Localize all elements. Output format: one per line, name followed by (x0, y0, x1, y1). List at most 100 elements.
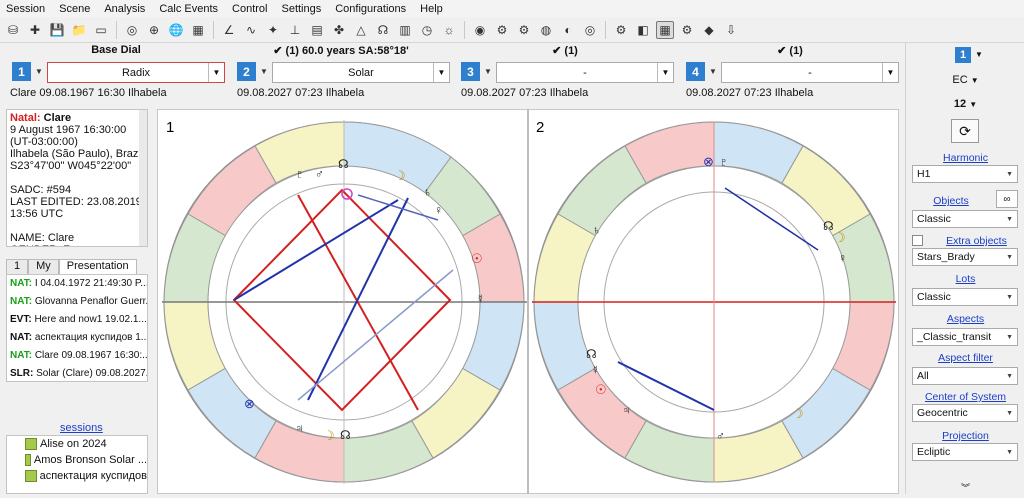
aspect-filter-link[interactable]: Aspect filter (906, 352, 1024, 364)
chevron-down-icon[interactable]: ▼ (208, 63, 224, 82)
chart-icon[interactable]: ◧ (634, 21, 652, 39)
projection-select[interactable]: Ecliptic (912, 443, 1018, 461)
dial-icon[interactable]: ◍ (537, 21, 555, 39)
dial-number-dropdown-icon[interactable]: ▼ (260, 67, 268, 76)
dial-type-select[interactable]: - ▼ (496, 62, 674, 83)
chevron-down-icon[interactable]: ▼ (971, 76, 979, 85)
list-item[interactable]: NAT: аспектация куспидов 1... (7, 329, 147, 347)
menu-calc-events[interactable]: Calc Events (159, 3, 218, 15)
dial-number-dropdown-icon[interactable]: ▼ (35, 67, 43, 76)
circle-icon[interactable]: ◎ (123, 21, 141, 39)
lots-link[interactable]: Lots (906, 273, 1024, 285)
projection-link[interactable]: Projection (906, 430, 1024, 442)
target-icon[interactable]: ◎ (581, 21, 599, 39)
page-icon[interactable]: ▭ (92, 21, 110, 39)
list-item[interactable]: EVT: Here and now1 19.02.1... (7, 311, 147, 329)
chevron-down-icon[interactable]: ▼ (657, 63, 673, 82)
event-list[interactable]: NAT: I 04.04.1972 21:49:30 P... NAT: Glov… (6, 274, 148, 382)
gear-blue-icon[interactable]: ⚙ (493, 21, 511, 39)
tab-presentation[interactable]: Presentation (58, 259, 137, 274)
chevron-down-icon[interactable]: ▼ (882, 63, 898, 82)
dial-type-select[interactable]: - ▼ (721, 62, 899, 83)
chevron-down-icon[interactable]: ▼ (433, 63, 449, 82)
dial-number-badge[interactable]: 3 (461, 62, 480, 81)
settings-icon[interactable]: ⚙ (678, 21, 696, 39)
menu-session[interactable]: Session (6, 3, 45, 15)
new-chart-icon[interactable]: ✚ (26, 21, 44, 39)
objects-select[interactable]: Classic (912, 210, 1018, 228)
chart-info-panel[interactable]: Natal: Clare 9 August 1967 16:30:00 (UT-0… (6, 109, 148, 247)
menu-configurations[interactable]: Configurations (335, 3, 406, 15)
dial-number-dropdown-icon[interactable]: ▼ (709, 67, 717, 76)
tab-1[interactable]: 1 (6, 259, 29, 274)
link-icon[interactable]: ∞ (996, 190, 1018, 208)
center-of-system-select[interactable]: Geocentric (912, 404, 1018, 422)
export-icon[interactable]: ⇩ (722, 21, 740, 39)
save-icon[interactable]: 💾 (48, 21, 66, 39)
extra-objects-link[interactable]: Extra objects (928, 235, 1024, 247)
gear-icon[interactable]: ⚙ (515, 21, 533, 39)
eye-icon[interactable]: ◉ (471, 21, 489, 39)
info-scrollbar[interactable] (139, 110, 147, 246)
menu-control[interactable]: Control (232, 3, 267, 15)
session-item[interactable]: Amos Bronson Solar ... (7, 452, 147, 468)
dial-number-badge[interactable]: 1 (12, 62, 31, 81)
grid-icon[interactable]: ▦ (656, 20, 674, 39)
chevron-down-icon[interactable]: ▼ (975, 50, 983, 59)
sessions-link[interactable]: sessions (60, 422, 103, 434)
refresh-icon[interactable]: ⟳ (951, 119, 979, 143)
menu-scene[interactable]: Scene (59, 3, 90, 15)
aspect-filter-select[interactable]: All (912, 367, 1018, 385)
center-of-system-link[interactable]: Center of System (906, 391, 1024, 403)
expand-more-icon[interactable]: ︾ (961, 481, 970, 494)
astronomer-icon[interactable]: ☼ (440, 21, 458, 39)
session-item[interactable]: Alise on 2024 (7, 436, 147, 452)
calendar-icon[interactable]: ▥ (396, 21, 414, 39)
theme-icon[interactable]: ◐ (559, 21, 577, 39)
clover-icon[interactable]: ✤ (330, 21, 348, 39)
dial-type-select[interactable]: Radix ▼ (47, 62, 225, 83)
folder-icon[interactable]: 📁 (70, 21, 88, 39)
list-item[interactable]: NAT: Glovanna Penaflor Guerr... (7, 293, 147, 311)
chart-divider[interactable] (527, 109, 529, 494)
clock-icon[interactable]: ◷ (418, 21, 436, 39)
list-item[interactable]: NAT: Clare 09.08.1967 16:30:... (7, 347, 147, 365)
objects-link[interactable]: Objects (906, 195, 996, 207)
globe-red-icon[interactable]: ⊕ (145, 21, 163, 39)
dial-enable-checkbox[interactable]: ✔ (777, 45, 786, 57)
node-icon[interactable]: ☊ (374, 21, 392, 39)
harmonic-select[interactable]: H1 (912, 165, 1018, 183)
star-icon[interactable]: ✦ (264, 21, 282, 39)
list-item[interactable]: SLR: Solar (Clare) 09.08.2027... (7, 365, 147, 381)
dial-number-dropdown-icon[interactable]: ▼ (484, 67, 492, 76)
lots-select[interactable]: Classic (912, 288, 1018, 306)
aspects-select[interactable]: _Classic_transit (912, 328, 1018, 346)
houses-select[interactable]: 12 (954, 98, 966, 110)
ec-select[interactable]: EC (952, 74, 967, 86)
session-list[interactable]: Alise on 2024 Amos Bronson Solar ... аспек… (6, 435, 148, 494)
aspect-icon[interactable]: △ (352, 21, 370, 39)
menu-analysis[interactable]: Analysis (104, 3, 145, 15)
axis-icon[interactable]: ⊥ (286, 21, 304, 39)
dial-enable-checkbox[interactable]: ✔ (273, 45, 282, 57)
list-item[interactable]: NAT: I 04.04.1972 21:49:30 P... (7, 275, 147, 293)
dial-number-badge[interactable]: 2 (237, 62, 256, 81)
dial-number-badge[interactable]: 1 (955, 47, 971, 63)
harmonic-link[interactable]: Harmonic (906, 152, 1024, 164)
aspects-link[interactable]: Aspects (906, 313, 1024, 325)
calculator-icon[interactable]: ▦ (189, 21, 207, 39)
globe-blue-icon[interactable]: 🌐 (167, 21, 185, 39)
session-item[interactable]: аспектация куспидов (7, 468, 147, 484)
dial-enable-checkbox[interactable]: ✔ (552, 45, 561, 57)
menu-help[interactable]: Help (420, 3, 443, 15)
palette-icon[interactable]: ◆ (700, 21, 718, 39)
menu-settings[interactable]: Settings (281, 3, 321, 15)
extra-objects-select[interactable]: Stars_Brady (912, 248, 1018, 266)
chevron-down-icon[interactable]: ▼ (969, 100, 977, 109)
angle-icon[interactable]: ∠ (220, 21, 238, 39)
tab-my[interactable]: My (28, 259, 59, 274)
database-icon[interactable]: ⛁ (4, 21, 22, 39)
extra-objects-checkbox[interactable] (912, 235, 923, 246)
dial-number-badge[interactable]: 4 (686, 62, 705, 81)
gear-dial-icon[interactable]: ⚙ (612, 21, 630, 39)
